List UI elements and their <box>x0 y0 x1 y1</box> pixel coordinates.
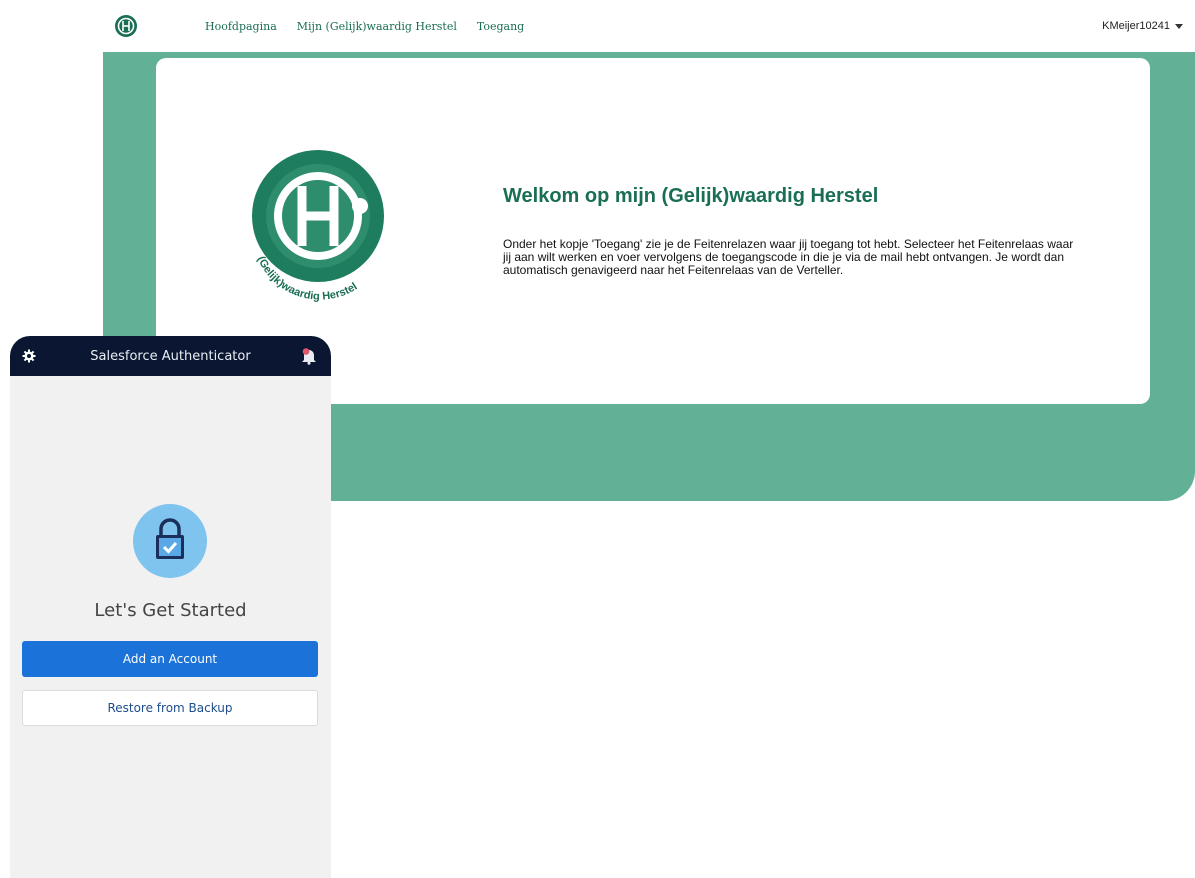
page-title: Welkom op mijn (Gelijk)waardig Herstel <box>503 185 879 207</box>
nav-link-mijn-herstel[interactable]: Mijn (Gelijk)waardig Herstel <box>297 20 457 33</box>
gelijkwaardig-herstel-logo: (Gelijk)waardig Herstel <box>252 150 384 303</box>
add-account-button[interactable]: Add an Account <box>22 641 318 677</box>
nav-link-hoofdpagina[interactable]: Hoofdpagina <box>205 20 277 33</box>
get-started-heading: Let's Get Started <box>94 600 247 621</box>
top-navigation: Hoofdpagina Mijn (Gelijk)waardig Herstel… <box>0 0 1195 52</box>
nav-links: Hoofdpagina Mijn (Gelijk)waardig Herstel… <box>205 20 524 33</box>
intro-text: Onder het kopje 'Toegang' zie je de Feit… <box>503 237 1074 277</box>
bell-icon[interactable] <box>300 347 318 365</box>
lock-icon <box>156 518 184 559</box>
authenticator-app: Salesforce Authenticator Let's Get Start… <box>10 336 331 878</box>
app-title: Salesforce Authenticator <box>90 349 251 364</box>
chevron-down-icon <box>1175 23 1183 29</box>
app-header: Salesforce Authenticator <box>10 336 331 376</box>
site-logo-icon[interactable] <box>114 14 138 38</box>
nav-link-toegang[interactable]: Toegang <box>477 20 524 33</box>
username: KMeijer10241 <box>1102 20 1170 32</box>
user-menu[interactable]: KMeijer10241 <box>1102 20 1183 32</box>
restore-backup-button[interactable]: Restore from Backup <box>22 690 318 726</box>
lock-illustration <box>133 504 207 578</box>
